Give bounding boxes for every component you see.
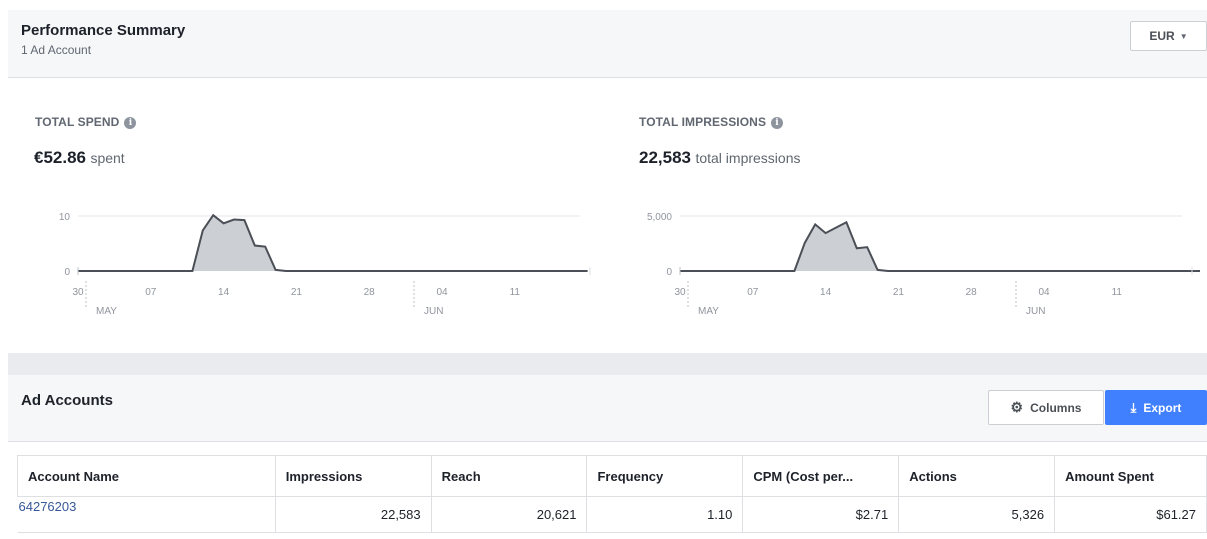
- table-row: 64276203 22,583 20,621 1.10 $2.71 5,326 …: [17, 496, 1207, 533]
- ad-accounts-title: Ad Accounts: [21, 392, 113, 409]
- x-tick-label: 14: [820, 287, 832, 298]
- column-header[interactable]: Amount Spent: [1054, 455, 1207, 497]
- month-label: JUN: [424, 306, 443, 317]
- y-tick-label: 10: [59, 212, 71, 223]
- y-tick-label: 0: [64, 267, 70, 278]
- column-header[interactable]: Impressions: [274, 455, 432, 497]
- series-area: [78, 215, 588, 271]
- y-tick-label: 0: [666, 267, 672, 278]
- total-impressions-value: 22,583: [639, 148, 691, 167]
- series-line: [78, 213, 588, 272]
- x-tick-label: 07: [145, 287, 157, 298]
- download-icon: ⤓: [1130, 399, 1137, 415]
- x-tick-label: 28: [364, 287, 376, 298]
- x-tick-label: 21: [291, 287, 303, 298]
- page-title: Performance Summary: [21, 22, 186, 39]
- total-spend-suffix: spent: [90, 150, 125, 166]
- column-header[interactable]: CPM (Cost per...: [742, 455, 900, 497]
- frequency-cell: 1.10: [586, 496, 744, 533]
- x-tick-label: 04: [436, 287, 448, 298]
- columns-button[interactable]: ⚙ Columns: [988, 390, 1104, 425]
- performance-summary-header: [8, 10, 1207, 78]
- section-divider: [8, 353, 1207, 375]
- currency-dropdown[interactable]: EUR ▼: [1130, 21, 1207, 51]
- x-tick-label: 21: [893, 287, 905, 298]
- series-area: [680, 222, 1200, 271]
- table-header-row: Account Name Impressions Reach Frequency…: [17, 455, 1207, 497]
- cpm-cell: $2.71: [742, 496, 900, 533]
- month-label: JUN: [1026, 306, 1045, 317]
- column-header[interactable]: Account Name: [17, 455, 276, 497]
- total-impressions-suffix: total impressions: [695, 150, 801, 166]
- column-header[interactable]: Frequency: [586, 455, 744, 497]
- total-spend-value: €52.86: [34, 148, 86, 167]
- total-impressions-value-row: 22,583 total impressions: [639, 148, 801, 168]
- series-line: [680, 220, 1200, 272]
- info-icon[interactable]: i: [771, 116, 784, 129]
- chevron-down-icon: ▼: [1179, 31, 1188, 41]
- month-label: MAY: [698, 306, 719, 317]
- amount-spent-cell: $61.27: [1054, 496, 1207, 533]
- total-spend-label: TOTAL SPEND: [35, 115, 120, 129]
- month-label: MAY: [96, 306, 117, 317]
- spend-chart: 0 10 30 07 14 21 28 04 11 MAY JUN: [59, 212, 591, 317]
- x-tick-label: 28: [966, 287, 978, 298]
- ad-accounts-table: Account Name Impressions Reach Frequency…: [17, 455, 1207, 533]
- x-tick-label: 11: [1112, 287, 1123, 298]
- impressions-chart: 0 5,000 30 07 14 21 28 04 11 MAY JUN: [647, 212, 1200, 317]
- x-tick-label: 30: [72, 287, 84, 298]
- total-impressions-label: TOTAL IMPRESSIONS: [639, 115, 767, 129]
- total-spend-label-row: TOTAL SPEND i: [35, 115, 137, 129]
- x-tick-label: 30: [674, 287, 686, 298]
- columns-label: Columns: [1030, 400, 1082, 415]
- gear-icon: ⚙: [1010, 399, 1024, 415]
- export-label: Export: [1143, 400, 1182, 415]
- page-subtitle: 1 Ad Account: [21, 43, 92, 57]
- actions-cell: 5,326: [898, 496, 1056, 533]
- x-tick-label: 14: [218, 287, 230, 298]
- impressions-cell: 22,583: [274, 496, 432, 533]
- x-tick-label: 07: [747, 287, 759, 298]
- y-tick-label: 5,000: [647, 212, 672, 223]
- currency-label: EUR: [1149, 29, 1175, 43]
- column-header[interactable]: Reach: [430, 455, 588, 497]
- total-impressions-label-row: TOTAL IMPRESSIONS i: [639, 115, 784, 129]
- info-icon[interactable]: i: [124, 116, 137, 129]
- x-tick-label: 11: [510, 287, 521, 298]
- x-tick-label: 04: [1038, 287, 1050, 298]
- total-spend-value-row: €52.86 spent: [34, 148, 125, 168]
- account-name-cell: 64276203: [17, 496, 276, 533]
- export-button[interactable]: ⤓ Export: [1105, 390, 1207, 425]
- column-header[interactable]: Actions: [898, 455, 1056, 497]
- reach-cell: 20,621: [430, 496, 588, 533]
- account-link[interactable]: 64276203: [19, 499, 77, 514]
